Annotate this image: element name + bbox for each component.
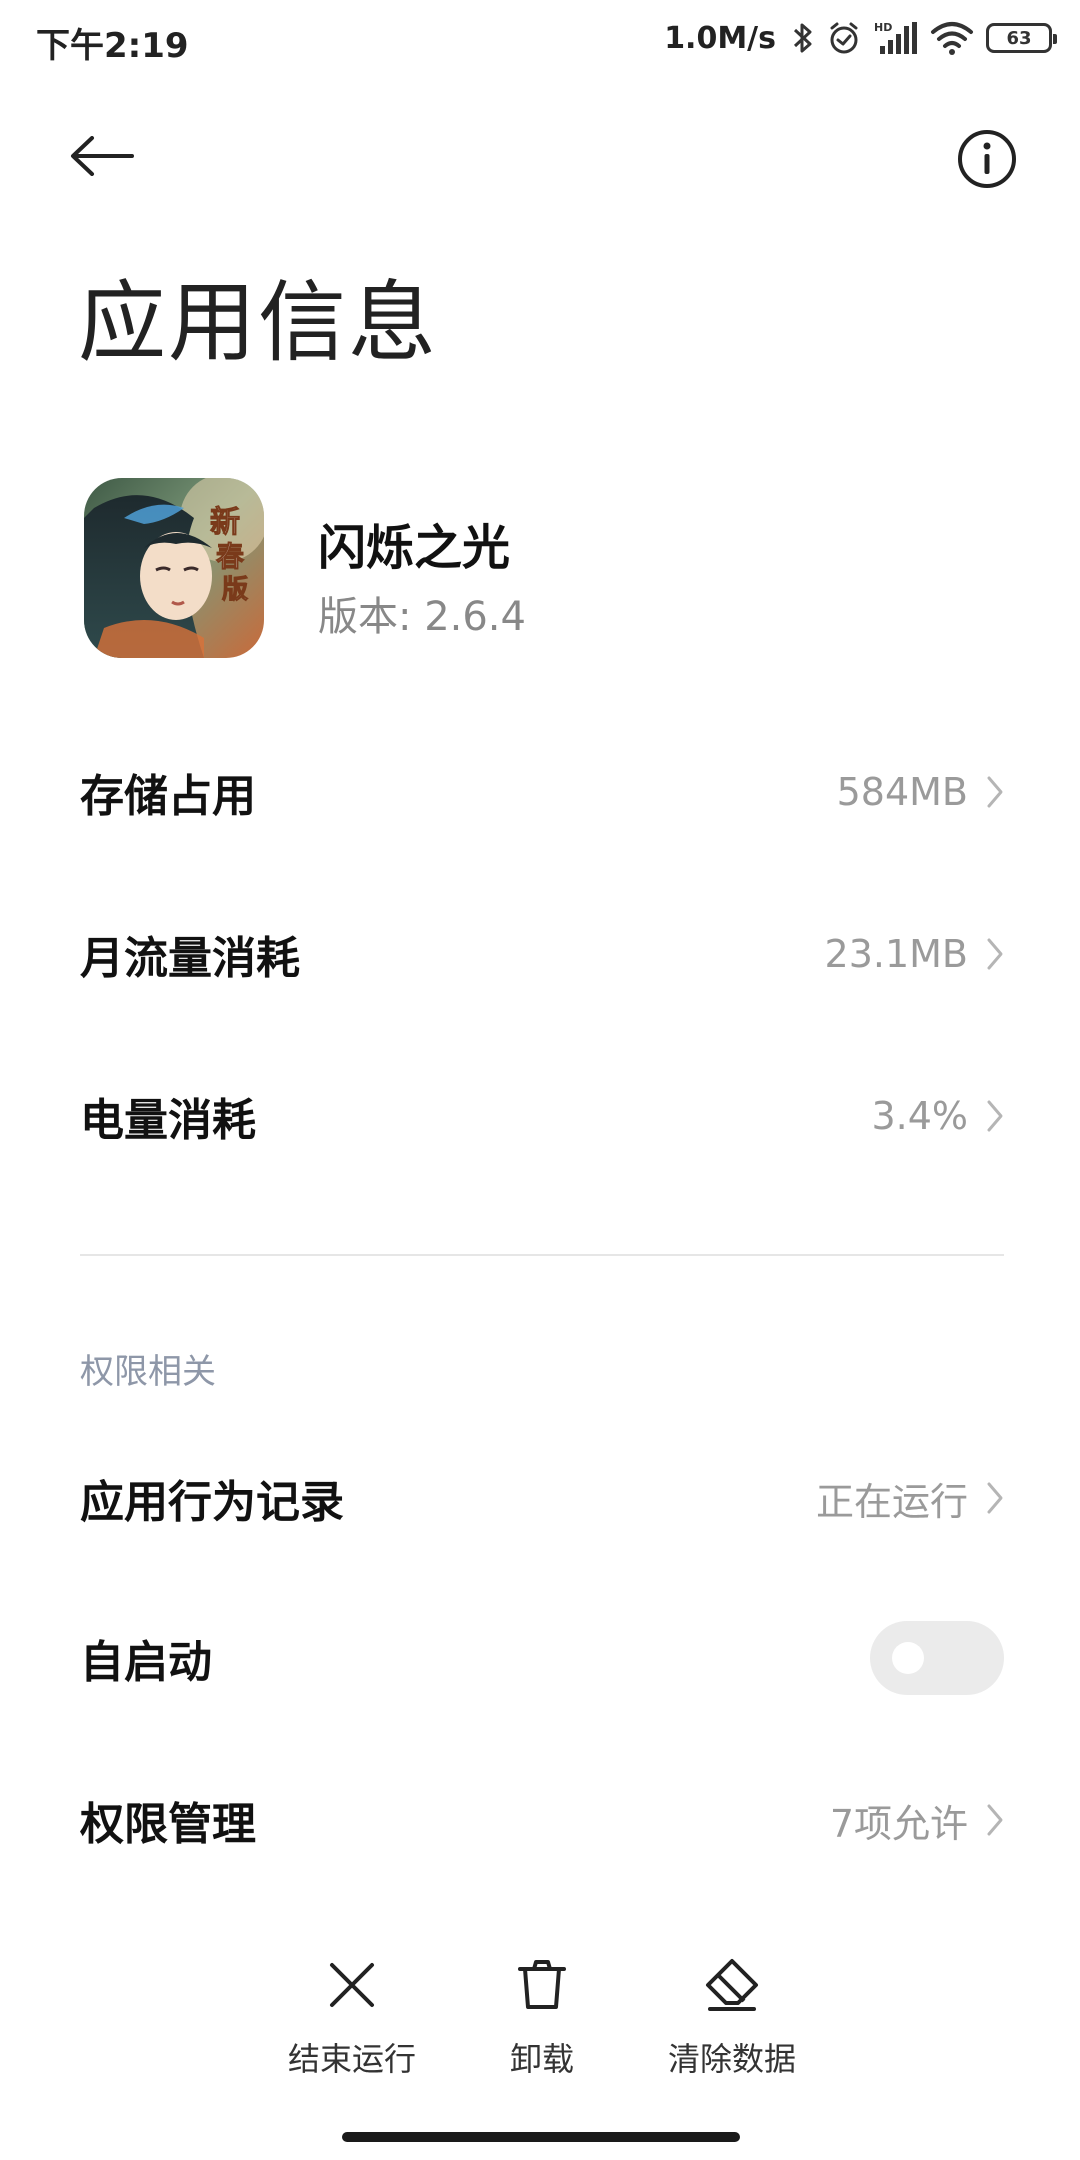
clear-data-button[interactable]: 清除数据 (632, 1950, 832, 2080)
chevron-right-icon (986, 937, 1004, 971)
behavior-record-label: 应用行为记录 (80, 1477, 344, 1528)
bluetooth-icon (792, 20, 814, 56)
status-icons: 1.0M/s HD 63 (664, 16, 1057, 60)
eraser-icon (702, 1950, 762, 2020)
battery-level: 63 (1006, 27, 1032, 49)
section-divider (80, 1254, 1004, 1256)
chevron-right-icon (986, 1099, 1004, 1133)
permission-manage-value: 7项允许 (829, 1801, 968, 1846)
chevron-right-icon (986, 1803, 1004, 1837)
battery-usage-value: 3.4% (871, 1094, 968, 1138)
data-usage-label: 月流量消耗 (80, 933, 300, 984)
behavior-record-value: 正在运行 (815, 1479, 968, 1524)
app-name: 闪烁之光 (318, 520, 511, 576)
close-icon (326, 1950, 378, 2020)
force-stop-label: 结束运行 (287, 2040, 416, 2078)
wifi-icon (930, 20, 974, 56)
network-speed: 1.0M/s (664, 20, 776, 56)
battery-usage-row[interactable]: 电量消耗 3.4% (80, 1056, 1004, 1176)
svg-text:新: 新 (210, 505, 240, 540)
info-button[interactable] (956, 128, 1018, 190)
alarm-icon (826, 20, 862, 56)
section-title-permissions: 权限相关 (80, 1352, 216, 1392)
chevron-right-icon (986, 775, 1004, 809)
behavior-record-row[interactable]: 应用行为记录 正在运行 (80, 1438, 1004, 1558)
home-indicator[interactable] (342, 2132, 740, 2142)
force-stop-button[interactable]: 结束运行 (252, 1950, 452, 2080)
battery-icon: 63 (986, 23, 1057, 53)
battery-usage-label: 电量消耗 (80, 1095, 256, 1146)
autostart-toggle[interactable] (870, 1621, 1004, 1695)
app-icon: 新 春 版 (84, 478, 264, 658)
uninstall-label: 卸载 (509, 2040, 574, 2078)
autostart-row: 自启动 (80, 1598, 1004, 1718)
permission-manage-row[interactable]: 权限管理 7项允许 (80, 1760, 1004, 1880)
uninstall-button[interactable]: 卸载 (442, 1950, 642, 2080)
clear-data-label: 清除数据 (667, 2040, 796, 2078)
permission-manage-label: 权限管理 (80, 1799, 256, 1850)
toggle-knob (892, 1642, 924, 1674)
trash-icon (514, 1950, 570, 2020)
hd-signal-icon: HD (874, 20, 918, 56)
back-button[interactable] (70, 128, 150, 188)
arrow-left-icon (70, 136, 134, 180)
bottom-action-bar: 结束运行 卸载 清除数据 (0, 1950, 1080, 2090)
data-usage-value: 23.1MB (824, 932, 968, 976)
status-time: 下午2:19 (36, 26, 189, 66)
info-circle-icon (956, 130, 1018, 194)
storage-row[interactable]: 存储占用 584MB (80, 732, 1004, 852)
svg-text:HD: HD (874, 21, 892, 34)
status-bar: 下午2:19 1.0M/s HD 63 (0, 0, 1080, 78)
page-title: 应用信息 (78, 271, 439, 374)
svg-text:春: 春 (216, 540, 244, 573)
chevron-right-icon (986, 1481, 1004, 1515)
storage-label: 存储占用 (80, 771, 256, 822)
svg-text:版: 版 (221, 575, 248, 605)
storage-value: 584MB (836, 770, 968, 814)
autostart-label: 自启动 (80, 1637, 212, 1688)
app-version: 版本: 2.6.4 (318, 594, 526, 640)
data-usage-row[interactable]: 月流量消耗 23.1MB (80, 894, 1004, 1014)
